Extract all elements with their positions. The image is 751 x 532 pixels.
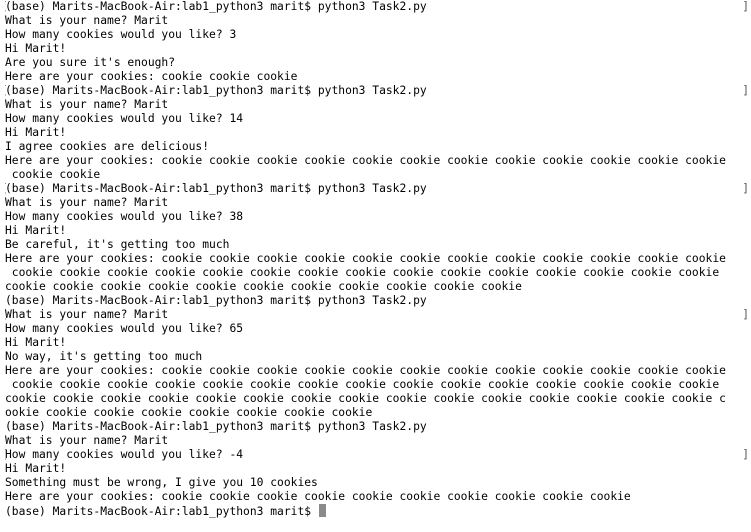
terminal-line: Hi Marit! xyxy=(5,224,747,238)
line-marker-left: [ xyxy=(5,182,8,196)
terminal-line: cookie cookie cookie cookie cookie cooki… xyxy=(5,392,747,406)
terminal-line-text: How many cookies would you like? 3 xyxy=(5,28,237,41)
line-marker-left: [ xyxy=(5,448,8,462)
terminal-line-text: How many cookies would you like? 38 xyxy=(5,210,244,223)
terminal-line-text: Here are your cookies: cookie cookie coo… xyxy=(5,364,726,377)
terminal-line-text: Here are your cookies: cookie cookie coo… xyxy=(5,252,726,265)
terminal-line-text: Something must be wrong, I give you 10 c… xyxy=(5,476,318,489)
terminal-line: [How many cookies would you like? -4] xyxy=(5,448,747,462)
terminal-line: How many cookies would you like? 3 xyxy=(5,28,747,42)
terminal-line-text: Hi Marit! xyxy=(5,462,67,475)
terminal-line: (base) Marits-MacBook-Air:lab1_python3 m… xyxy=(5,420,747,434)
terminal-line: [(base) Marits-MacBook-Air:lab1_python3 … xyxy=(5,84,747,98)
line-marker-right: ] xyxy=(742,182,747,196)
terminal-line: (base) Marits-MacBook-Air:lab1_python3 m… xyxy=(5,294,747,308)
terminal-line-text: (base) Marits-MacBook-Air:lab1_python3 m… xyxy=(5,420,427,433)
terminal-line-text: (base) Marits-MacBook-Air:lab1_python3 m… xyxy=(5,0,427,13)
line-marker-right: ] xyxy=(742,0,747,14)
terminal-line: No way, it's getting too much xyxy=(5,350,747,364)
terminal-line: Hi Marit! xyxy=(5,126,747,140)
terminal-line: [(base) Marits-MacBook-Air:lab1_python3 … xyxy=(5,0,747,14)
terminal-line: Hi Marit! xyxy=(5,462,747,476)
line-marker-left: [ xyxy=(5,308,8,322)
terminal-line-text: I agree cookies are delicious! xyxy=(5,140,210,153)
terminal-line-text: Here are your cookies: cookie cookie coo… xyxy=(5,490,631,503)
line-marker-left: [ xyxy=(5,0,8,14)
terminal-line-text: cookie cookie cookie cookie cookie cooki… xyxy=(5,266,720,279)
terminal-line-text: No way, it's getting too much xyxy=(5,350,203,363)
terminal-line: cookie cookie cookie cookie cookie cooki… xyxy=(5,378,747,392)
terminal-line: Here are your cookies: cookie cookie coo… xyxy=(5,154,747,168)
terminal-line-text: (base) Marits-MacBook-Air:lab1_python3 m… xyxy=(5,294,427,307)
terminal-line: How many cookies would you like? 65 xyxy=(5,322,747,336)
terminal-line: [What is your name? Marit] xyxy=(5,308,747,322)
terminal-line-text: Hi Marit! xyxy=(5,42,67,55)
terminal-line-text: (base) Marits-MacBook-Air:lab1_python3 m… xyxy=(5,505,318,518)
terminal-line-text: What is your name? Marit xyxy=(5,308,169,321)
terminal-line-text: Are you sure it's enough? xyxy=(5,56,176,69)
terminal-line: cookie cookie cookie cookie cookie cooki… xyxy=(5,266,747,280)
terminal-line: Something must be wrong, I give you 10 c… xyxy=(5,476,747,490)
terminal-line: Be careful, it's getting too much xyxy=(5,238,747,252)
terminal-line-text: Here are your cookies: cookie cookie coo… xyxy=(5,154,726,167)
terminal-line-text: How many cookies would you like? -4 xyxy=(5,448,244,461)
terminal-line-text: What is your name? Marit xyxy=(5,434,169,447)
terminal-line: (base) Marits-MacBook-Air:lab1_python3 m… xyxy=(5,504,747,518)
terminal-line-text: How many cookies would you like? 14 xyxy=(5,112,244,125)
terminal-line: Here are your cookies: cookie cookie coo… xyxy=(5,364,747,378)
line-marker-right: ] xyxy=(742,448,747,462)
terminal-line: ookie cookie cookie cookie cookie cookie… xyxy=(5,406,747,420)
terminal-line: cookie cookie xyxy=(5,168,747,182)
terminal-line-text: Hi Marit! xyxy=(5,336,67,349)
terminal-line-text: cookie cookie cookie cookie cookie cooki… xyxy=(5,280,522,293)
line-marker-right: ] xyxy=(742,308,747,322)
terminal-output[interactable]: [(base) Marits-MacBook-Air:lab1_python3 … xyxy=(5,0,747,532)
terminal-line: I agree cookies are delicious! xyxy=(5,140,747,154)
text-cursor[interactable] xyxy=(318,504,326,517)
terminal-line: Are you sure it's enough? xyxy=(5,56,747,70)
terminal-line-text: What is your name? Marit xyxy=(5,98,169,111)
terminal-line-text: (base) Marits-MacBook-Air:lab1_python3 m… xyxy=(5,182,427,195)
terminal-line-text: Here are your cookies: cookie cookie coo… xyxy=(5,70,298,83)
terminal-line: Here are your cookies: cookie cookie coo… xyxy=(5,70,747,84)
terminal-line-text: cookie cookie xyxy=(5,168,101,181)
terminal-line-text: What is your name? Marit xyxy=(5,196,169,209)
terminal-line-text: What is your name? Marit xyxy=(5,14,169,27)
terminal-line-text: How many cookies would you like? 65 xyxy=(5,322,244,335)
terminal-line-text: ookie cookie cookie cookie cookie cookie… xyxy=(5,406,373,419)
line-marker-right: ] xyxy=(742,84,747,98)
terminal-line: Hi Marit! xyxy=(5,336,747,350)
terminal-line: Here are your cookies: cookie cookie coo… xyxy=(5,490,747,504)
terminal-line: [(base) Marits-MacBook-Air:lab1_python3 … xyxy=(5,182,747,196)
terminal-line-text: Hi Marit! xyxy=(5,224,67,237)
terminal-line: Here are your cookies: cookie cookie coo… xyxy=(5,252,747,266)
terminal-line-text: (base) Marits-MacBook-Air:lab1_python3 m… xyxy=(5,84,427,97)
terminal-line: How many cookies would you like? 38 xyxy=(5,210,747,224)
terminal-line-text: cookie cookie cookie cookie cookie cooki… xyxy=(5,392,726,405)
line-marker-left: [ xyxy=(5,84,8,98)
terminal-line-text: cookie cookie cookie cookie cookie cooki… xyxy=(5,378,720,391)
terminal-line: How many cookies would you like? 14 xyxy=(5,112,747,126)
terminal-line-text: Be careful, it's getting too much xyxy=(5,238,230,251)
terminal-line: cookie cookie cookie cookie cookie cooki… xyxy=(5,280,747,294)
terminal-line: What is your name? Marit xyxy=(5,14,747,28)
terminal-line-text: Hi Marit! xyxy=(5,126,67,139)
terminal-line: What is your name? Marit xyxy=(5,196,747,210)
terminal-line: What is your name? Marit xyxy=(5,434,747,448)
terminal-line: Hi Marit! xyxy=(5,42,747,56)
terminal-line: What is your name? Marit xyxy=(5,98,747,112)
